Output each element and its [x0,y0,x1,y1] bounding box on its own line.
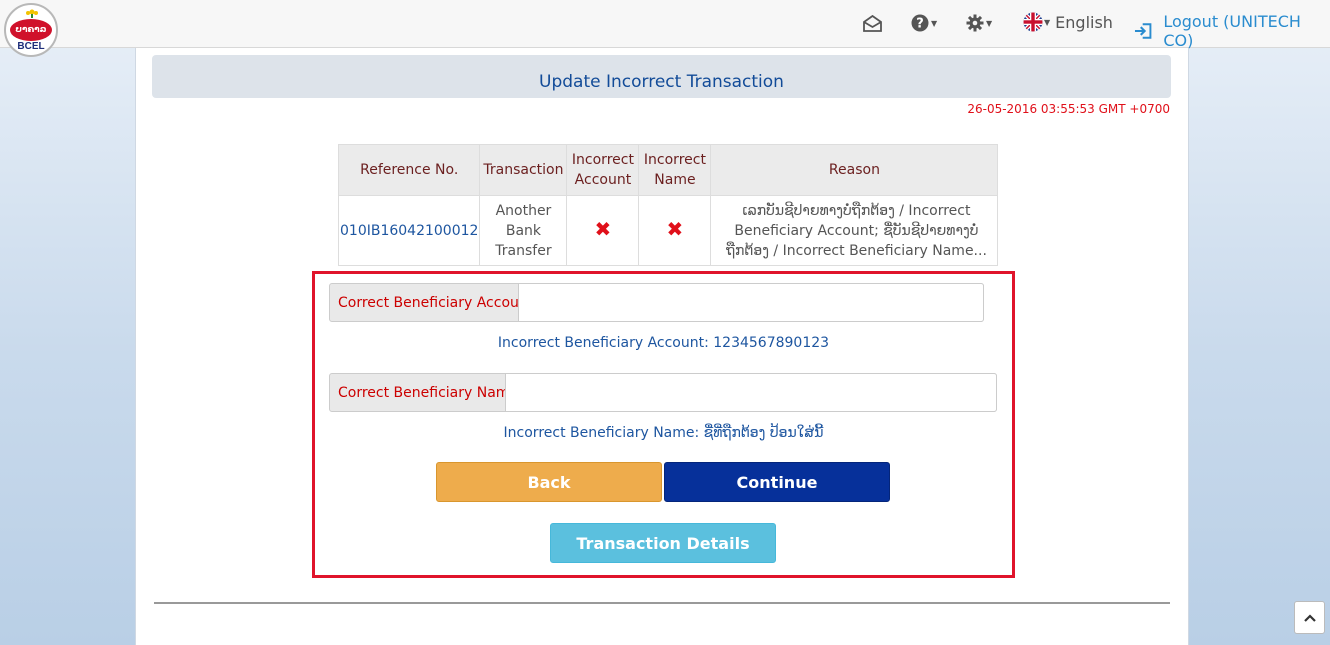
beneficiary-name-label: Correct Beneficiary Name [338,384,519,401]
reference-number: 010IB16042100012 [337,195,481,266]
logout-icon [1134,23,1152,39]
header-incorrect-name-line1: Incorrect [643,152,706,168]
mail-icon [863,14,882,32]
svg-text:?: ? [916,17,924,32]
chevron-up-icon [1303,613,1316,622]
table-header-row: Reference No. Transaction Incorrect Acco… [337,144,999,196]
continue-button[interactable]: Continue [664,462,890,502]
table-row: 010IB16042100012 Another Bank Transfer ✖… [337,195,999,266]
language-label: English [1055,12,1113,32]
header-incorrect-account: Incorrect Account [566,144,640,196]
cross-icon: ✖ [594,217,612,241]
incorrect-account-hint: Incorrect Beneficiary Account: 123456789… [497,335,830,351]
page-title-bar: Update Incorrect Transaction [152,55,1171,98]
header-reason: Reason [710,144,999,196]
chevron-down-icon: ▼ [1044,17,1051,27]
top-navbar: ? ▼ ▼ ▼ English Logout (UNITECH CO) [0,0,1330,50]
messages-menu[interactable] [863,13,882,33]
beneficiary-account-input[interactable] [518,283,984,322]
beneficiary-account-group: Correct Beneficiary Account [329,283,984,322]
header-incorrect-account-line2: Account [574,172,632,188]
beneficiary-name-group: Correct Beneficiary Name [329,373,997,412]
reason-line3: ຖືກຕ້ອງ / Incorrect Beneficiary Name... [725,242,987,259]
chevron-down-icon: ▼ [931,18,938,28]
settings-menu[interactable]: ▼ [966,13,992,33]
incorrect-account-cell: ✖ [566,195,640,266]
flower-icon [26,9,38,18]
beneficiary-name-input[interactable] [505,373,997,412]
transaction-type-line1: Another [495,202,552,219]
header-incorrect-name-line2: Name [654,172,696,188]
help-menu[interactable]: ? ▼ [911,13,937,33]
scroll-to-top-button[interactable] [1294,601,1325,634]
reason-line1: ເລກບັນຊີປາຍທາງບໍ່ຖືກຕ້ອງ / Incorrect [742,202,971,219]
transaction-type-line3: Transfer [495,242,552,259]
reason-line2: Beneficiary Account; ຊື່ບັນຊີປາຍທາງບໍ່ [734,222,979,239]
beneficiary-account-label: Correct Beneficiary Account [338,294,534,311]
divider [154,602,1170,604]
uk-flag-icon [1023,12,1043,32]
bcel-logo[interactable]: ບາຄາລ BCEL [4,3,58,57]
back-button[interactable]: Back [436,462,662,502]
chevron-down-icon: ▼ [986,18,993,28]
transaction-type-line2: Bank [505,222,542,239]
logout-link[interactable]: Logout (UNITECH CO) [1134,12,1330,50]
page-title: Update Incorrect Transaction [539,72,784,92]
logout-label: Logout (UNITECH CO) [1163,12,1301,50]
logo-text: BCEL [17,41,45,52]
header-transaction: Transaction [479,144,568,196]
correction-form-highlight: Correct Beneficiary Account Incorrect Be… [312,271,1015,578]
cross-icon: ✖ [666,217,684,241]
incorrect-name-hint: Incorrect Beneficiary Name: ຊື່ທີ່ຖືກຕ້ອ… [503,425,824,441]
header-incorrect-account-line1: Incorrect [571,152,634,168]
header-reference-no: Reference No. [337,144,481,196]
transaction-details-button[interactable]: Transaction Details [550,523,776,563]
header-incorrect-name: Incorrect Name [638,144,712,196]
logo-lao-text: ບາຄາລ [10,19,52,41]
server-timestamp: 26-05-2016 03:55:53 GMT +0700 [967,102,1170,116]
main-content: Update Incorrect Transaction 26-05-2016 … [135,48,1189,645]
transaction-type: Another Bank Transfer [479,195,568,266]
transaction-table: Reference No. Transaction Incorrect Acco… [337,144,999,266]
reason-cell: ເລກບັນຊີປາຍທາງບໍ່ຖືກຕ້ອງ / Incorrect Ben… [710,195,999,266]
help-icon: ? [911,14,929,32]
incorrect-name-cell: ✖ [638,195,712,266]
language-selector[interactable]: ▼ English [1023,12,1113,32]
gear-icon [966,14,984,32]
